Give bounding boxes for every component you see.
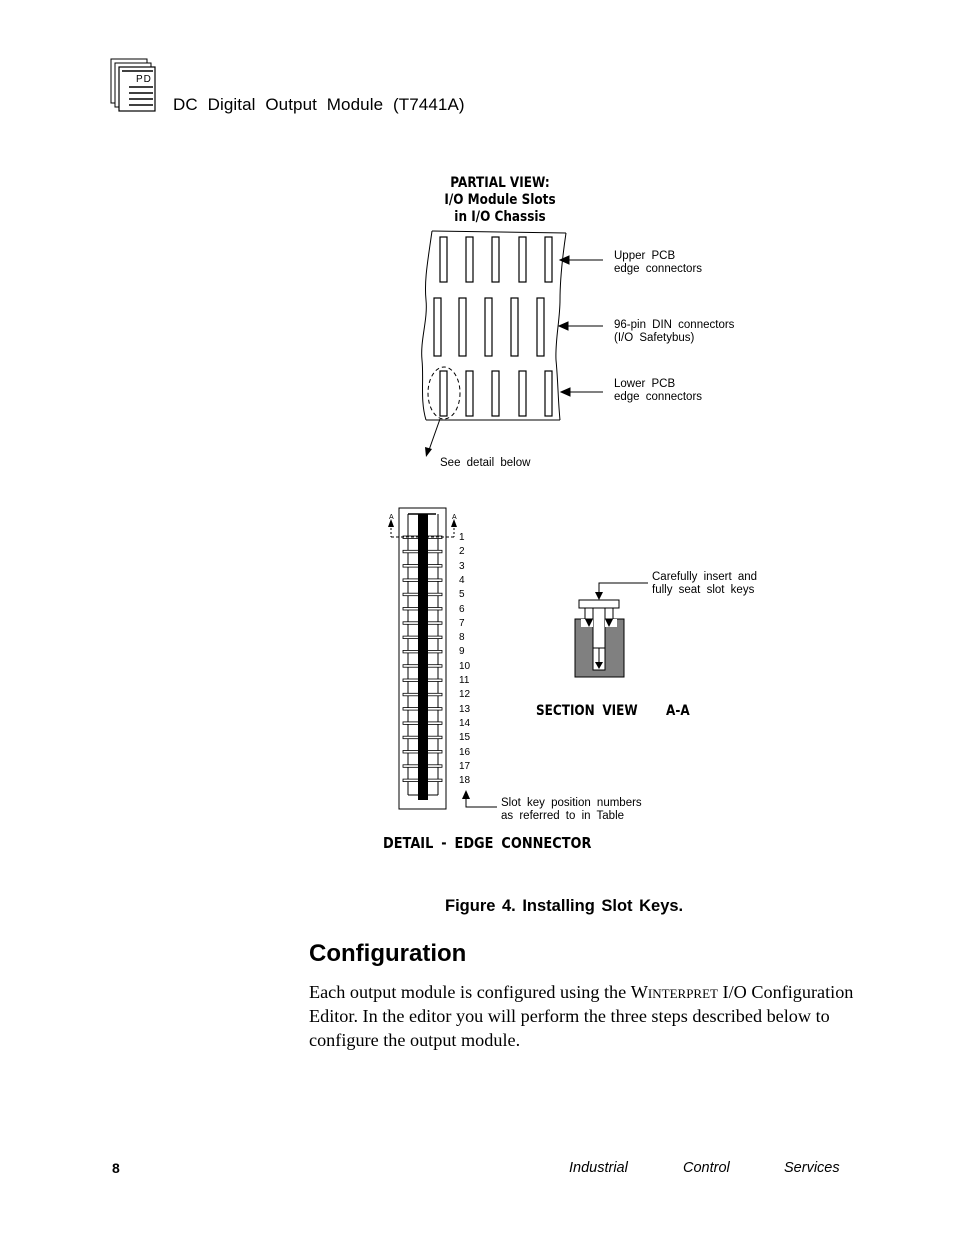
section-view-id: A-A: [666, 703, 690, 719]
section-marker-right: A: [452, 514, 457, 521]
callout-line: 96-pin DIN connectors: [614, 319, 735, 331]
arrow-up-icon: [462, 790, 470, 799]
module-slot: [458, 297, 467, 357]
pin-number: 4: [459, 574, 465, 586]
paragraph-text: Each output module is configured using t…: [309, 982, 631, 1002]
page-number: 8: [112, 1160, 120, 1176]
arrow-down-icon: [595, 592, 603, 600]
pin-number: 1: [459, 532, 465, 543]
callout-arrows: [557, 255, 603, 397]
footer-brand-word: Control: [683, 1160, 730, 1176]
module-slots: [433, 236, 553, 417]
callout-line: Slot key position numbers: [501, 797, 642, 809]
connector-spine: [418, 514, 428, 800]
pin-number: 5: [459, 589, 465, 601]
module-slot: [433, 297, 442, 357]
pin-number: 8: [459, 632, 465, 644]
module-slot: [510, 297, 519, 357]
pin-number: 6: [459, 603, 465, 615]
body-paragraph: Each output module is configured using t…: [309, 980, 854, 1052]
see-detail-label: See detail below: [440, 457, 531, 469]
module-slot: [491, 370, 500, 417]
section-view-title: SECTION VIEW: [536, 703, 638, 719]
callout-line: Carefully insert and: [652, 571, 758, 583]
footer-brand-word: Industrial: [569, 1160, 628, 1176]
pin-number: 11: [459, 675, 470, 686]
pin-number: 12: [459, 689, 471, 701]
pin-number: 9: [459, 646, 465, 658]
pin-number: 16: [459, 746, 471, 758]
arrow-down-icon: [425, 447, 432, 457]
module-slot: [465, 370, 474, 417]
pin-number: 17: [459, 760, 471, 772]
detail-edge-connector-title: DETAIL - EDGE CONNECTOR: [383, 834, 592, 852]
pin-number: 18: [459, 775, 471, 787]
footer-brand-word: Services: [784, 1160, 840, 1176]
figure-caption: Figure 4. Installing Slot Keys.: [445, 897, 684, 915]
lower-pcb-label: Lower PCB edge connectors: [614, 378, 702, 404]
din-connectors-label: 96-pin DIN connectors (I/O Safetybus): [614, 319, 734, 345]
module-slot: [465, 236, 474, 283]
module-slot: [518, 370, 527, 417]
callout-line: edge connectors: [614, 391, 703, 403]
callout-line: (I/O Safetybus): [614, 332, 695, 344]
module-slot: [439, 370, 448, 417]
pin-number: 14: [459, 717, 471, 729]
position-numbers-arrow: [465, 797, 497, 808]
module-slot: [544, 370, 553, 417]
pin-number: 10: [459, 660, 471, 672]
pin-number: 13: [459, 703, 471, 715]
callout-line: as referred to in Table: [501, 810, 625, 822]
module-slot: [439, 236, 448, 283]
callout-line: Upper PCB: [614, 250, 676, 262]
module-slot: [484, 297, 493, 357]
module-slot: [491, 236, 500, 283]
module-slot: [536, 297, 545, 357]
module-slot: [544, 236, 553, 283]
pin-number: 7: [459, 617, 465, 629]
callout-line: edge connectors: [614, 263, 703, 275]
slot-key-instruction-label: Carefully insert and fully seat slot key…: [652, 571, 757, 597]
callout-line: fully seat slot keys: [652, 584, 755, 596]
callout-line: Lower PCB: [614, 378, 676, 390]
position-numbers-label: Slot key position numbers as referred to…: [501, 797, 642, 823]
section-marker-left: A: [389, 514, 394, 521]
section-heading: Configuration: [309, 940, 467, 967]
pin-number: 2: [459, 546, 465, 558]
module-slot: [518, 236, 527, 283]
edge-connector-detail: A A: [388, 507, 457, 810]
upper-pcb-label: Upper PCB edge connectors: [614, 250, 702, 276]
pin-number: 3: [459, 560, 465, 572]
product-name: Winterpret: [630, 982, 718, 1002]
pin-number: 15: [459, 732, 471, 744]
section-view-drawing: [574, 582, 648, 678]
footer-brand: Industrial Control Services: [569, 1160, 840, 1176]
